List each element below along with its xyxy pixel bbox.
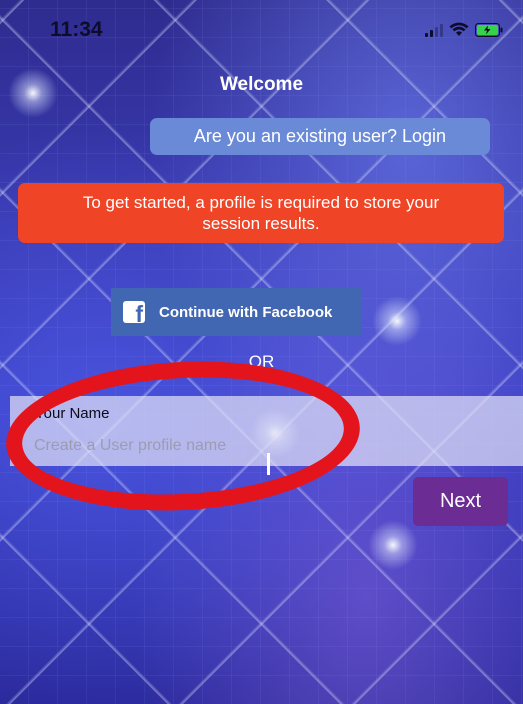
login-button[interactable]: Are you an existing user? Login — [150, 118, 490, 155]
cellular-signal-icon — [425, 23, 443, 37]
name-field-label: Your Name — [35, 405, 110, 422]
next-button[interactable]: Next — [413, 477, 508, 526]
status-time: 11:34 — [50, 18, 103, 41]
status-bar: 11:34 — [0, 0, 523, 60]
profile-required-banner: To get started, a profile is required to… — [18, 183, 504, 243]
profile-name-input[interactable] — [34, 434, 364, 458]
app-screen: 11:34 Welcome Are you an existing user? … — [0, 0, 523, 704]
banner-text: To get started, a profile is required to… — [82, 193, 440, 233]
text-cursor — [267, 453, 270, 475]
battery-charging-icon — [475, 22, 503, 37]
wifi-icon — [449, 22, 469, 37]
facebook-button-label: Continue with Facebook — [159, 303, 333, 321]
background-sparkle — [368, 520, 418, 570]
facebook-icon: f — [123, 301, 145, 323]
page-title: Welcome — [219, 74, 304, 95]
status-icons — [425, 22, 503, 37]
or-divider: OR — [248, 352, 275, 371]
background-sparkle — [372, 296, 422, 346]
continue-with-facebook-button[interactable]: f Continue with Facebook — [111, 288, 362, 336]
